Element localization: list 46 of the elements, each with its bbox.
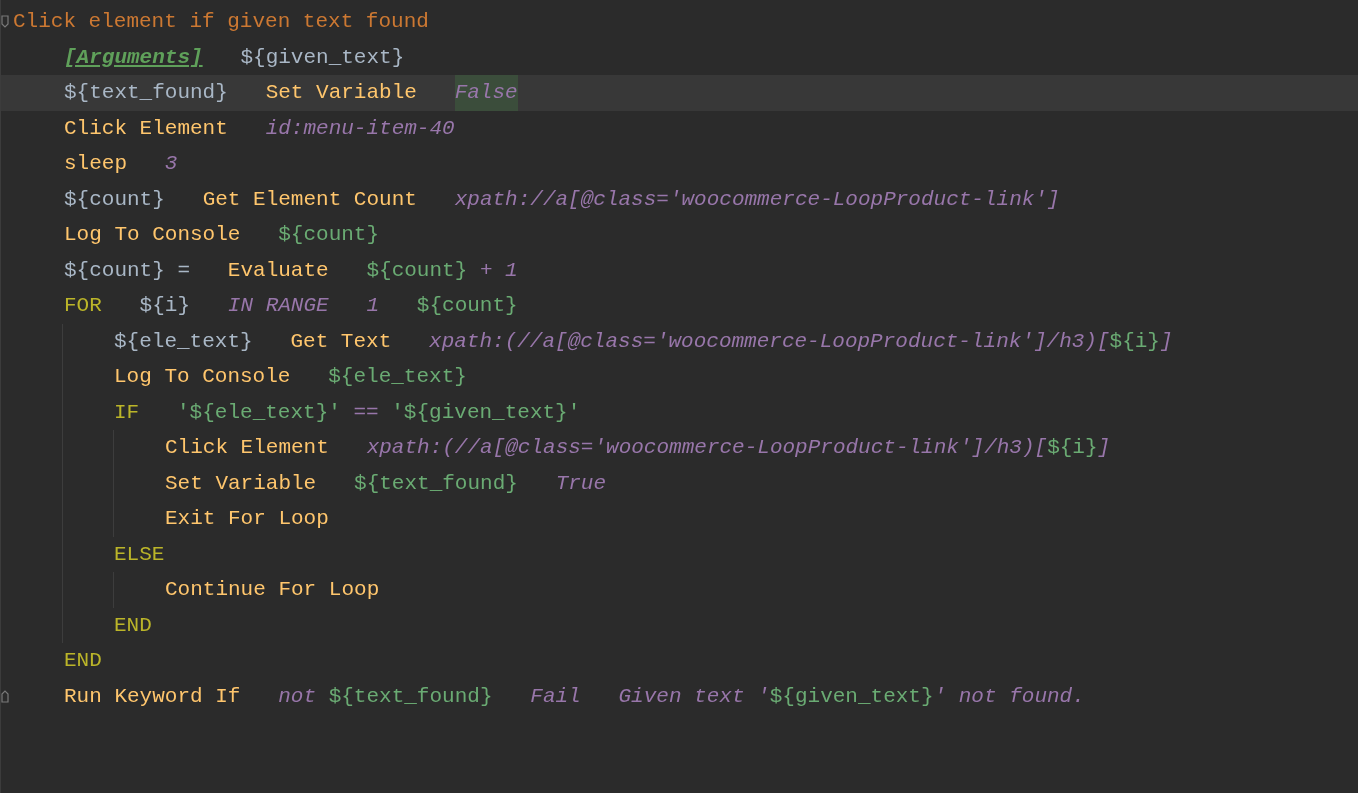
argument: True <box>555 470 607 497</box>
keyword-call: Continue For Loop <box>165 577 380 603</box>
argument: False <box>454 75 518 111</box>
argument: xpath://a[@class='woocommerce-LoopProduct-link'] <box>454 186 1060 213</box>
keyword-call: Click Element <box>165 435 329 461</box>
variable-name: ${ele_text} <box>114 328 253 355</box>
fold-icon[interactable] <box>1 689 9 703</box>
variable-name: ${count} = <box>64 257 191 284</box>
keyword-call: Log To Console <box>114 364 291 390</box>
argument: ${text_found} <box>354 470 518 497</box>
argument: 1 <box>366 293 380 319</box>
keyword-call: Get Text <box>290 328 392 355</box>
setting-name: [Arguments] <box>64 44 203 71</box>
variable-name: ${text_found} <box>64 80 228 106</box>
control-keyword: END <box>64 648 102 674</box>
keyword-call: Evaluate <box>227 257 329 284</box>
keyword-name: Click element if given text found <box>13 9 429 35</box>
argument: id:menu-item-40 <box>265 115 455 142</box>
keyword-call: sleep <box>64 151 127 177</box>
control-keyword: FOR <box>64 293 102 319</box>
argument: ${count} <box>416 293 518 319</box>
argument: xpath:(//a[@class='woocommerce-LoopProduct-link']/h3)[${i}] <box>429 328 1173 355</box>
keyword-call: Set Variable <box>165 470 317 497</box>
argument: 3 <box>164 151 178 177</box>
keyword-call: Log To Console <box>64 222 241 248</box>
variable-name: ${given_text} <box>240 44 405 71</box>
keyword-call: Get Element Count <box>202 186 417 213</box>
control-keyword: IF <box>114 399 140 426</box>
argument: Fail <box>530 683 581 710</box>
argument: ${count} + 1 <box>366 257 518 284</box>
argument: IN RANGE <box>227 293 329 319</box>
variable-name: ${i} <box>139 293 191 319</box>
argument: Given text '${given_text}' not found. <box>618 683 1085 710</box>
argument: ${ele_text} <box>328 364 467 390</box>
keyword-call: Run Keyword If <box>64 683 241 710</box>
keyword-call: Click Element <box>64 115 228 142</box>
variable-name: ${count} <box>64 186 165 213</box>
argument: '${ele_text}' == '${given_text}' <box>177 399 581 426</box>
control-keyword: ELSE <box>114 541 165 568</box>
keyword-call: Set Variable <box>265 80 417 106</box>
fold-icon[interactable] <box>1 15 9 29</box>
argument: xpath:(//a[@class='woocommerce-LoopProduct-link']/h3)[${i}] <box>366 435 1111 461</box>
argument: not ${text_found} <box>278 683 493 710</box>
argument: ${count} <box>278 222 380 248</box>
keyword-call: Exit For Loop <box>165 506 329 532</box>
control-keyword: END <box>114 612 152 639</box>
